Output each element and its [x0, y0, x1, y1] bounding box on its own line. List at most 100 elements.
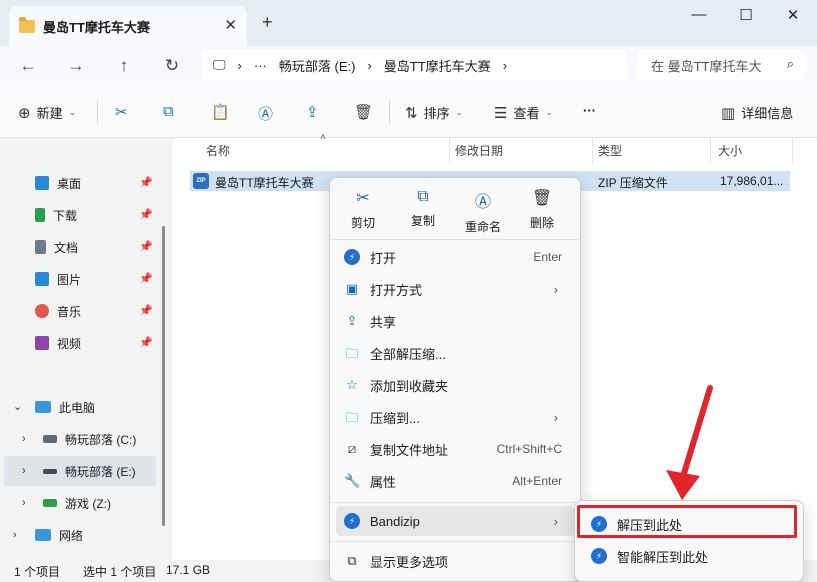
- pin-icon: 📌: [139, 177, 153, 189]
- menu-item-label: 显示更多选项: [370, 554, 449, 570]
- menu-item-label: 复制文件地址: [370, 442, 449, 458]
- column-header-modified[interactable]: 修改日期: [455, 142, 503, 164]
- new-button[interactable]: ⊕ 新建 ⌄: [18, 103, 76, 122]
- sidebar-item-label: 网络: [59, 528, 84, 543]
- folder-icon: [19, 16, 35, 33]
- sidebar-item-drive-e[interactable]: › 畅玩部落 (E:): [4, 456, 156, 486]
- menu-item-label: Bandizip: [370, 513, 420, 529]
- chevron-down-icon[interactable]: ⌄: [13, 400, 22, 413]
- search-input[interactable]: 在 曼岛TT摩托车大 ⌕: [637, 50, 804, 80]
- menu-item-show-more[interactable]: ⧉ 显示更多选项: [336, 546, 574, 576]
- more-options-button[interactable]: ···: [583, 103, 596, 118]
- menu-item-properties[interactable]: 🔧 属性 Alt+Enter: [336, 466, 574, 496]
- menu-item-bandizip[interactable]: ⚡ Bandizip ›: [336, 506, 574, 536]
- column-divider[interactable]: [710, 138, 711, 164]
- chevron-right-icon[interactable]: ›: [13, 529, 17, 541]
- column-divider[interactable]: [592, 138, 593, 164]
- up-button[interactable]: ↑: [110, 52, 138, 80]
- sidebar-item-downloads[interactable]: 下载 📌: [35, 200, 157, 230]
- forward-button[interactable]: →: [62, 52, 90, 80]
- address-bar[interactable]: 🖵 › ··· 畅玩部落 (E:) › 曼岛TT摩托车大赛 ›: [201, 50, 627, 80]
- close-tab-button[interactable]: ✕: [224, 16, 237, 34]
- paste-button[interactable]: 📋: [211, 103, 236, 121]
- view-button[interactable]: ☰ 查看 ⌄: [494, 103, 553, 122]
- share-button[interactable]: ⇪: [306, 103, 325, 121]
- column-header-type[interactable]: 类型: [598, 142, 622, 164]
- copy-icon: ⧉: [417, 188, 429, 205]
- view-list-icon: ☰: [494, 104, 508, 122]
- pin-icon: 📌: [139, 241, 153, 253]
- breadcrumb-drive[interactable]: 畅玩部落 (E:): [279, 56, 356, 75]
- delete-label: 删除: [529, 216, 554, 230]
- sidebar-scrollbar[interactable]: [162, 226, 165, 526]
- sidebar-item-network[interactable]: 网络: [35, 520, 157, 550]
- menu-item-label: 智能解压到此处: [617, 549, 709, 565]
- sidebar-item-drive-z[interactable]: 游戏 (Z:): [43, 488, 157, 518]
- drive-icon: [43, 499, 57, 507]
- close-window-button[interactable]: ✕: [778, 6, 808, 24]
- menu-item-compress-to[interactable]: 🗀 压缩到... ›: [336, 402, 574, 432]
- search-icon: ⌕: [786, 56, 794, 71]
- copy-icon: ⧉: [163, 103, 174, 120]
- chevron-right-icon[interactable]: ›: [22, 465, 26, 477]
- new-tab-button[interactable]: +: [262, 12, 273, 33]
- sidebar-item-videos[interactable]: 视频 📌: [35, 328, 157, 358]
- refresh-button[interactable]: ↻: [158, 52, 186, 80]
- chevron-right-icon[interactable]: ›: [22, 433, 26, 445]
- menu-item-extract-all[interactable]: 🗀 全部解压缩...: [336, 338, 574, 368]
- sort-button[interactable]: ⇅ 排序 ⌄: [405, 103, 463, 122]
- bandizip-icon: ⚡: [344, 513, 360, 529]
- cut-menu-button[interactable]: ✂ 剪切: [335, 188, 391, 231]
- document-icon: [35, 240, 46, 254]
- copy-label: 复制: [410, 214, 435, 228]
- menu-item-label: 全部解压缩...: [370, 346, 446, 362]
- tab-current[interactable]: 曼岛TT摩托车大赛 ✕: [9, 6, 247, 46]
- computer-icon: [35, 401, 51, 413]
- sidebar-item-music[interactable]: 音乐 📌: [35, 296, 157, 326]
- menu-item-smart-extract[interactable]: ⚡ 智能解压到此处: [579, 541, 799, 571]
- highlight-box: [577, 505, 797, 538]
- sidebar-item-drive-c[interactable]: 畅玩部落 (C:): [43, 424, 157, 454]
- divider: [389, 100, 390, 124]
- cut-button[interactable]: ✂: [115, 103, 134, 121]
- sidebar-item-this-pc[interactable]: 此电脑: [35, 392, 157, 422]
- selected-count: 选中 1 个项目: [83, 565, 157, 579]
- menu-item-open[interactable]: ⚡ 打开 Enter: [336, 242, 574, 272]
- delete-button[interactable]: 🗑: [354, 103, 379, 121]
- chevron-right-icon: ›: [502, 57, 508, 73]
- menu-item-add-favorites[interactable]: ☆ 添加到收藏夹: [336, 370, 574, 400]
- download-icon: [35, 208, 45, 222]
- extract-folder-icon: 🗀: [345, 346, 359, 361]
- maximize-button[interactable]: ☐: [731, 6, 761, 24]
- copy-button[interactable]: ⧉: [163, 103, 180, 120]
- rename-menu-button[interactable]: Ⓐ 重命名: [455, 188, 511, 235]
- column-divider[interactable]: [449, 138, 450, 164]
- menu-divider: [330, 239, 580, 240]
- divider: [97, 100, 98, 124]
- sidebar-item-pictures[interactable]: 图片 📌: [35, 264, 157, 294]
- sidebar-item-label: 桌面: [57, 176, 82, 191]
- menu-item-label: 打开方式: [370, 282, 423, 298]
- sidebar-item-documents[interactable]: 文档 📌: [35, 232, 157, 262]
- details-pane-button[interactable]: ▥ 详细信息: [721, 103, 793, 122]
- chevron-right-icon[interactable]: ›: [22, 497, 26, 509]
- breadcrumb-folder[interactable]: 曼岛TT摩托车大赛: [384, 56, 491, 75]
- navigation-bar: ← → ↑ ↻ 🖵 › ··· 畅玩部落 (E:) › 曼岛TT摩托车大赛 › …: [0, 46, 817, 86]
- column-header-name[interactable]: 名称: [206, 142, 230, 164]
- annotation-arrow: [666, 385, 713, 500]
- breadcrumb-overflow[interactable]: ···: [254, 58, 267, 73]
- rename-button[interactable]: Ⓐ: [258, 103, 279, 124]
- column-header-size[interactable]: 大小: [718, 142, 742, 164]
- new-label: 新建: [36, 106, 63, 121]
- delete-menu-button[interactable]: 🗑 删除: [514, 188, 570, 231]
- minimize-button[interactable]: —: [684, 6, 714, 23]
- copy-menu-button[interactable]: ⧉ 复制: [395, 188, 451, 229]
- sidebar-item-desktop[interactable]: 桌面 📌: [35, 168, 157, 198]
- view-label: 查看: [513, 106, 540, 121]
- menu-item-open-with[interactable]: ▣ 打开方式 ›: [336, 274, 574, 304]
- column-divider[interactable]: [792, 138, 793, 164]
- menu-item-copy-path[interactable]: ⧄ 复制文件地址 Ctrl+Shift+C: [336, 434, 574, 464]
- menu-divider: [330, 541, 580, 542]
- menu-item-share[interactable]: ⇪ 共享: [336, 306, 574, 336]
- back-button[interactable]: ←: [14, 52, 42, 80]
